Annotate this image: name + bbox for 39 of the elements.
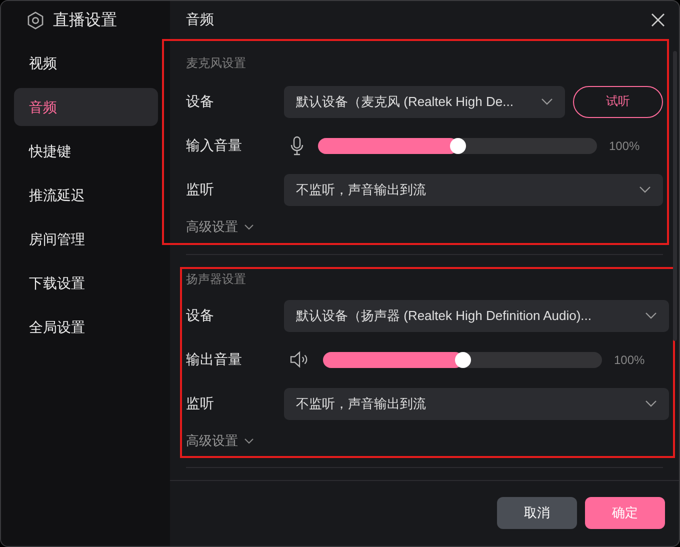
sidebar-item[interactable]: 音频 — [14, 88, 158, 126]
advanced-settings-link[interactable]: 高级设置 — [186, 218, 238, 236]
dropdown[interactable]: 默认设备（麦克风 (Realtek High De... — [284, 86, 565, 118]
chevron-down-icon — [541, 98, 553, 106]
field-label: 设备 — [186, 306, 215, 325]
volume-reading: 100% — [609, 138, 640, 153]
speaker-icon — [290, 351, 309, 368]
volume-slider[interactable] — [323, 352, 602, 368]
field-label: 监听 — [186, 394, 215, 413]
page-title: 音频 — [186, 10, 214, 29]
sidebar-item[interactable]: 下载设置 — [14, 264, 158, 302]
chevron-down-icon — [244, 438, 254, 444]
volume-reading: 100% — [614, 352, 645, 367]
dropdown[interactable]: 不监听，声音输出到流 — [284, 388, 669, 420]
sidebar-item[interactable]: 房间管理 — [14, 220, 158, 258]
sidebar-item[interactable]: 快捷键 — [14, 132, 158, 170]
field-label: 输出音量 — [186, 350, 243, 369]
dropdown[interactable]: 默认设备（扬声器 (Realtek High Definition Audio)... — [284, 300, 669, 332]
cancel-button[interactable]: 取消 — [497, 497, 577, 530]
volume-slider[interactable] — [318, 138, 597, 154]
field-label: 输入音量 — [186, 136, 243, 155]
section-title: 扬声器设置 — [186, 270, 247, 288]
section-title: 麦克风设置 — [186, 54, 247, 72]
window-title: 直播设置 — [53, 10, 117, 30]
field-label: 设备 — [186, 92, 215, 111]
test-button[interactable]: 试听 — [573, 86, 663, 118]
sidebar-item[interactable]: 推流延迟 — [14, 176, 158, 214]
microphone-icon — [290, 136, 304, 156]
close-icon[interactable] — [651, 12, 665, 27]
advanced-settings-link[interactable]: 高级设置 — [186, 432, 238, 450]
settings-icon — [26, 10, 45, 30]
chevron-down-icon — [639, 186, 651, 194]
dropdown[interactable]: 不监听，声音输出到流 — [284, 174, 663, 206]
sidebar-item[interactable]: 全局设置 — [14, 308, 158, 346]
chevron-down-icon — [645, 400, 657, 408]
sidebar-item[interactable]: 视频 — [14, 44, 158, 82]
chevron-down-icon — [645, 312, 657, 320]
chevron-down-icon — [244, 224, 254, 230]
field-label: 监听 — [186, 180, 215, 199]
